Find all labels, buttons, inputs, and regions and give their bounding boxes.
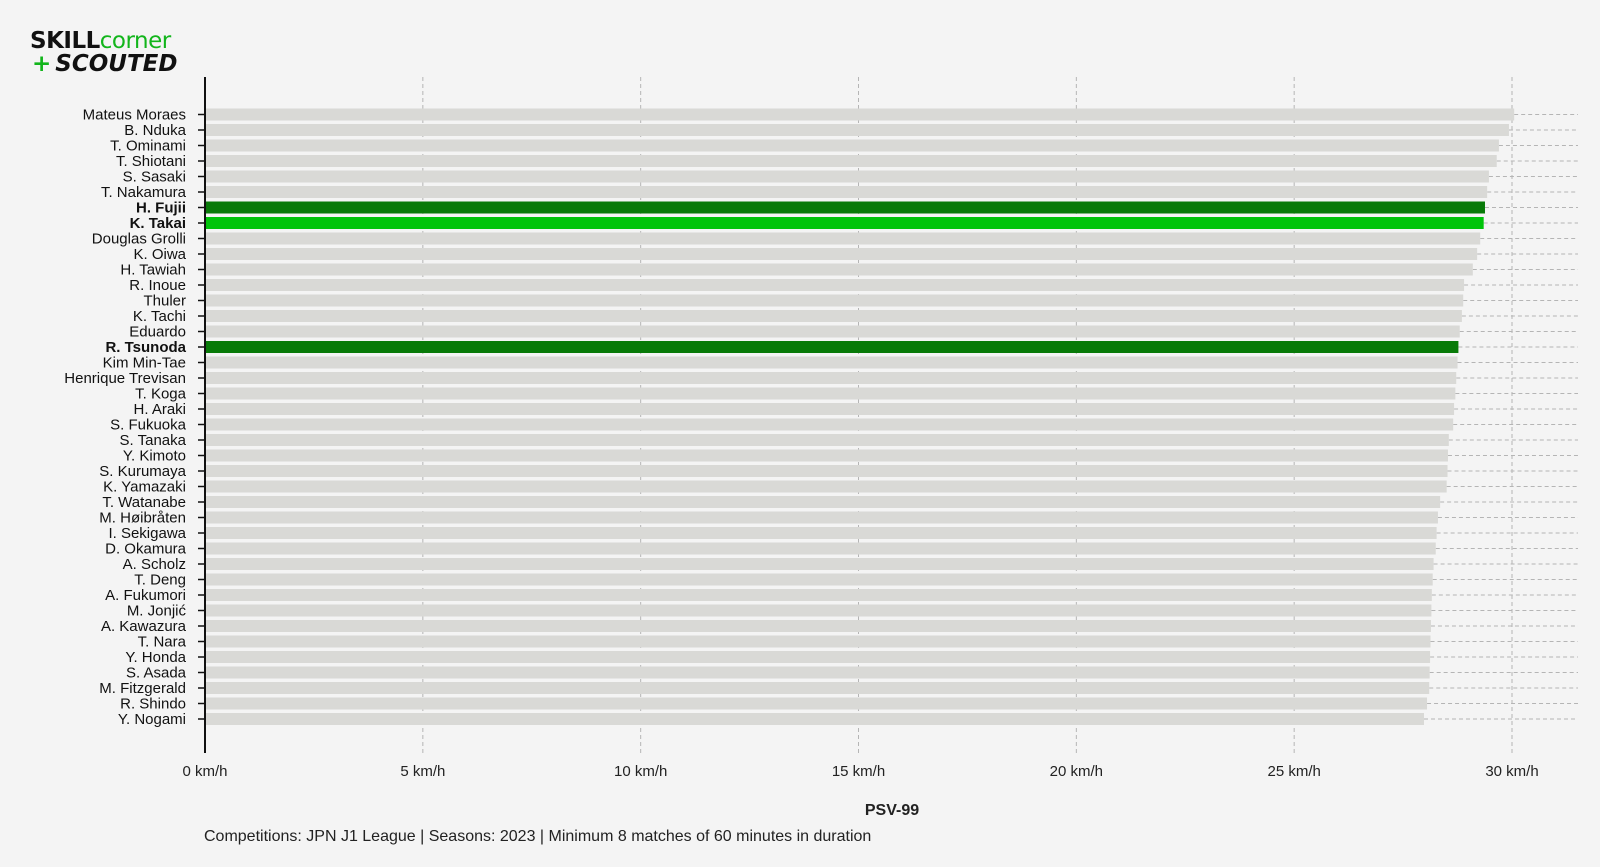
y-tick-label: Mateus Moraes bbox=[83, 107, 186, 124]
y-tick-label: M. Jonjić bbox=[127, 603, 187, 620]
x-tick-label: 5 km/h bbox=[400, 763, 445, 780]
y-tick-label: Y. Honda bbox=[125, 649, 186, 666]
x-tick-label: 0 km/h bbox=[182, 763, 227, 780]
bar bbox=[205, 713, 1424, 725]
x-tick-label: 25 km/h bbox=[1267, 763, 1320, 780]
bar bbox=[205, 697, 1428, 710]
bar bbox=[205, 372, 1457, 384]
bar bbox=[205, 449, 1448, 462]
y-tick-label: Henrique Trevisan bbox=[64, 370, 186, 387]
bar bbox=[205, 279, 1465, 291]
bar bbox=[205, 310, 1462, 322]
psv99-bar-chart: Mateus MoraesB. NdukaT. OminamiT. Shiota… bbox=[64, 77, 1578, 819]
bar bbox=[205, 387, 1456, 400]
bar bbox=[205, 542, 1436, 555]
bar bbox=[205, 511, 1438, 524]
bar bbox=[205, 418, 1454, 431]
bar bbox=[205, 666, 1430, 679]
bar bbox=[205, 573, 1433, 586]
bar bbox=[205, 155, 1497, 167]
y-tick-label: Eduardo bbox=[129, 324, 186, 341]
y-tick-label: A. Scholz bbox=[123, 556, 186, 573]
bar bbox=[205, 527, 1437, 539]
y-tick-label: T. Watanabe bbox=[102, 494, 186, 511]
bar bbox=[205, 465, 1448, 477]
bar bbox=[205, 217, 1484, 229]
bar bbox=[205, 139, 1499, 152]
bar bbox=[205, 108, 1515, 121]
bar bbox=[205, 434, 1449, 446]
x-tick-label: 10 km/h bbox=[614, 763, 667, 780]
bar bbox=[205, 620, 1431, 632]
bar bbox=[205, 480, 1447, 493]
bar bbox=[205, 651, 1431, 663]
y-tick-label: H. Araki bbox=[133, 401, 186, 418]
y-tick-label: Y. Nogami bbox=[118, 711, 186, 728]
y-tick-label: I. Sekigawa bbox=[108, 525, 186, 542]
bars bbox=[205, 108, 1515, 725]
y-tick-label: H. Tawiah bbox=[120, 262, 186, 279]
y-tick-label: H. Fujii bbox=[136, 200, 186, 217]
bar bbox=[205, 294, 1464, 307]
x-tick-label: 15 km/h bbox=[832, 763, 885, 780]
x-tick-label: 20 km/h bbox=[1050, 763, 1103, 780]
bar bbox=[205, 201, 1485, 214]
y-tick-label: Douglas Grolli bbox=[92, 231, 186, 248]
x-tick-label: 30 km/h bbox=[1485, 763, 1538, 780]
y-tick-label: K. Yamazaki bbox=[103, 479, 186, 496]
bar bbox=[205, 232, 1481, 245]
x-axis-title: PSV-99 bbox=[865, 802, 919, 819]
y-tick-label: M. Høibråten bbox=[99, 510, 186, 527]
y-tick-label: T. Ominami bbox=[110, 138, 186, 155]
y-tick-label: D. Okamura bbox=[105, 541, 187, 558]
y-tick-label: T. Nakamura bbox=[101, 184, 187, 201]
y-tick-label: S. Asada bbox=[126, 665, 187, 682]
y-axis: Mateus MoraesB. NdukaT. OminamiT. Shiota… bbox=[64, 77, 206, 753]
bar bbox=[205, 635, 1431, 648]
y-tick-label: A. Kawazura bbox=[101, 618, 187, 635]
y-tick-label: S. Kurumaya bbox=[99, 463, 186, 480]
y-tick-label: T. Koga bbox=[135, 386, 187, 403]
y-tick-label: T. Nara bbox=[138, 634, 187, 651]
bar bbox=[205, 325, 1460, 338]
bar bbox=[205, 682, 1430, 694]
bar bbox=[205, 248, 1478, 260]
y-tick-label: Y. Kimoto bbox=[123, 448, 186, 465]
bar bbox=[205, 558, 1434, 570]
y-tick-label: S. Fukuoka bbox=[110, 417, 187, 434]
y-tick-label: K. Takai bbox=[130, 215, 186, 232]
bar bbox=[205, 589, 1432, 601]
y-tick-label: R. Shindo bbox=[120, 696, 186, 713]
y-tick-label: K. Oiwa bbox=[133, 246, 186, 263]
y-tick-label: Kim Min-Tae bbox=[103, 355, 186, 372]
bar bbox=[205, 170, 1489, 183]
y-tick-label: T. Deng bbox=[134, 572, 186, 589]
bar bbox=[205, 604, 1432, 617]
y-tick-label: R. Inoue bbox=[129, 277, 186, 294]
x-axis: 0 km/h 5 km/h 10 km/h 15 km/h 20 km/h 25 km/h… bbox=[182, 763, 1538, 780]
caption: Competitions: JPN J1 League | Seasons: 2… bbox=[204, 828, 872, 845]
bar bbox=[205, 341, 1459, 353]
y-tick-label: S. Tanaka bbox=[120, 432, 187, 449]
bar bbox=[205, 263, 1473, 276]
y-tick-label: T. Shiotani bbox=[116, 153, 186, 170]
y-tick-label: B. Nduka bbox=[124, 122, 186, 139]
y-tick-label: K. Tachi bbox=[133, 308, 186, 325]
y-tick-label: Thuler bbox=[143, 293, 186, 310]
y-tick-label: A. Fukumori bbox=[105, 587, 186, 604]
bar bbox=[205, 124, 1509, 136]
y-tick-label: S. Sasaki bbox=[123, 169, 186, 186]
y-tick-label: R. Tsunoda bbox=[105, 339, 186, 356]
bar bbox=[205, 496, 1441, 508]
bar bbox=[205, 356, 1458, 369]
y-tick-label: M. Fitzgerald bbox=[99, 680, 186, 697]
bar bbox=[205, 403, 1455, 415]
bar bbox=[205, 186, 1488, 198]
